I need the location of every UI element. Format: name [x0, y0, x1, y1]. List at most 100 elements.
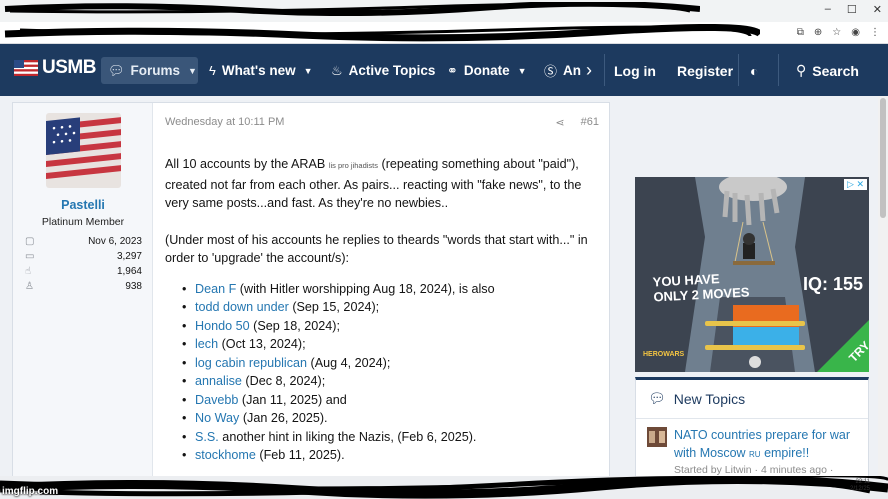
- scrollbar-thumb[interactable]: [880, 98, 886, 218]
- widget-header: 💬︎ New Topics: [648, 390, 745, 407]
- contrast-icon: ◐: [750, 62, 759, 79]
- widget-title[interactable]: New Topics: [674, 391, 745, 407]
- chat-bubbles-icon: 💬︎: [108, 62, 125, 78]
- tab-forums[interactable]: 💬︎ Forums ▼: [101, 57, 198, 84]
- user-link[interactable]: Dean F: [195, 282, 236, 296]
- list-item: Hondo 50 (Sep 18, 2024);: [165, 317, 601, 336]
- topic-title-text: empire!!: [760, 446, 810, 460]
- redaction-scribble: [4, 2, 700, 16]
- tab-donate[interactable]: ⚭ Donate ▼: [440, 57, 534, 84]
- user-link[interactable]: log cabin republican: [195, 356, 307, 370]
- post-paragraph: (Under most of his accounts he replies t…: [165, 232, 588, 266]
- topic-avatar[interactable]: [647, 427, 667, 447]
- user-link[interactable]: lech: [195, 337, 218, 351]
- register-label: Register: [677, 62, 734, 79]
- chevron-down-icon[interactable]: ▼: [188, 66, 197, 76]
- post-text: All 10 accounts by the ARAB: [165, 157, 329, 171]
- browser-address-bar[interactable]: ⧉ ⊕ ☆ ◉ ⋮: [0, 22, 888, 44]
- user-link[interactable]: Davebb: [195, 393, 238, 407]
- search-label: Search: [812, 62, 859, 79]
- tab-active-topics[interactable]: ♨ Active Topics: [324, 57, 442, 84]
- login-link[interactable]: Log in: [614, 57, 656, 84]
- share-icon[interactable]: ⋖: [555, 116, 564, 129]
- nav-scroll-right-button[interactable]: ›: [586, 57, 592, 84]
- tab-whats-new[interactable]: ϟ What's new ▼: [202, 57, 320, 84]
- chevron-down-icon[interactable]: ▼: [518, 66, 527, 76]
- clock-date: 2/12/25: [850, 486, 871, 492]
- dollar-icon: Ⓢ: [544, 64, 558, 79]
- list-item: Dean F (with Hitler worshipping Aug 18, …: [165, 280, 601, 299]
- list-item-text: (Sep 15, 2024);: [288, 300, 380, 314]
- list-item: log cabin republican (Aug 4, 2024);: [165, 354, 601, 373]
- nav-divider: [604, 54, 605, 86]
- theme-toggle-button[interactable]: ◐: [750, 57, 758, 84]
- divider: [636, 418, 868, 419]
- tab-forums-label: Forums: [130, 63, 181, 78]
- close-window-button[interactable]: ✕: [873, 3, 882, 16]
- list-item-text: (Jan 11, 2025) and: [238, 392, 347, 407]
- post-tiny-text: lis pro jihadists: [328, 161, 378, 170]
- user-link[interactable]: stockhome: [195, 448, 256, 462]
- imgflip-watermark: imgflip.com: [2, 486, 59, 497]
- topic-title-link[interactable]: NATO countries prepare for war with Mosc…: [674, 426, 859, 464]
- comments-icon: 💬︎: [648, 390, 666, 406]
- user-link[interactable]: annalise: [195, 374, 242, 388]
- ad-headline: YOU HAVE ONLY 2 MOVES: [652, 271, 750, 305]
- list-item-text: (Dec 8, 2024);: [241, 374, 326, 388]
- list-item: No Way (Jan 26, 2025).: [165, 409, 601, 428]
- profile-icon[interactable]: ◉: [851, 27, 860, 38]
- translate-icon[interactable]: ⧉: [797, 27, 804, 38]
- bookmark-star-icon[interactable]: ☆: [832, 27, 841, 38]
- advertisement[interactable]: ▷ ✕ YOU HAVE ONLY 2 MOVES IQ: 155 HEROWA…: [635, 177, 869, 372]
- user-link[interactable]: Hondo 50: [195, 319, 250, 333]
- register-link[interactable]: Register: [677, 57, 733, 84]
- list-item-text: (Oct 13, 2024);: [218, 337, 306, 351]
- tab-whats-new-label: What's new: [221, 63, 296, 78]
- post-header: Wednesday at 10:11 PM ⋖ #61: [165, 116, 599, 129]
- username-link[interactable]: Pastelli: [13, 198, 153, 212]
- post-date[interactable]: Wednesday at 10:11 PM: [165, 116, 284, 129]
- avatar[interactable]: [46, 113, 121, 188]
- list-item: annalise (Dec 8, 2024);: [165, 372, 601, 391]
- list-item: stockhome (Feb 11, 2025).: [165, 446, 601, 465]
- menu-dots-icon[interactable]: ⋮: [870, 27, 880, 38]
- list-item: Davebb (Jan 11, 2025) and: [165, 391, 601, 410]
- stat-value: 938: [125, 281, 142, 292]
- maximize-button[interactable]: ☐: [847, 3, 857, 16]
- minimize-button[interactable]: –: [825, 3, 831, 16]
- window-controls: – ☐ ✕: [825, 3, 882, 16]
- trophy-icon: ♙: [25, 281, 34, 292]
- clock-time: 22:11: [855, 479, 871, 485]
- list-item-text: (Jan 26, 2025).: [239, 411, 328, 425]
- tab-active-topics-label: Active Topics: [348, 63, 436, 78]
- logo-text: USMB: [42, 57, 96, 78]
- redaction-scribble: [0, 476, 888, 499]
- list-item: lech (Oct 13, 2024);: [165, 335, 601, 354]
- ad-try-button[interactable]: TRY: [817, 320, 869, 372]
- user-link[interactable]: todd down under: [195, 300, 289, 314]
- nav-divider: [778, 54, 779, 86]
- calendar-icon: ▢: [25, 236, 35, 247]
- post-number[interactable]: #61: [581, 116, 599, 129]
- list-item-text: (with Hitler worshipping Aug 18, 2024), …: [236, 281, 495, 296]
- stat-joined: ▢ Nov 6, 2023: [25, 234, 142, 249]
- adchoices-badge[interactable]: ▷ ✕: [844, 179, 867, 190]
- flag-logo-icon: [14, 60, 38, 76]
- topic-meta: Started by Litwin · 4 minutes ago ·: [674, 464, 834, 476]
- user-stats: ▢ Nov 6, 2023 ▭ 3,297 ☝︎ 1,964 ♙ 938: [25, 234, 142, 294]
- share-icon[interactable]: ⊕: [814, 27, 822, 38]
- user-link[interactable]: No Way: [195, 411, 239, 425]
- forum-post: Pastelli Platinum Member ▢ Nov 6, 2023 ▭…: [12, 102, 610, 499]
- list-item: S.S. another hint in liking the Nazis, (…: [165, 428, 601, 447]
- search-button[interactable]: ⚲ Search: [796, 57, 859, 84]
- user-link[interactable]: S.S.: [195, 430, 219, 444]
- account-list: Dean F (with Hitler worshipping Aug 18, …: [165, 280, 601, 465]
- stat-reactions: ☝︎ 1,964: [25, 264, 142, 279]
- tab-more[interactable]: Ⓢ An: [537, 57, 588, 84]
- chevron-down-icon[interactable]: ▼: [304, 66, 313, 76]
- chevron-right-icon: ›: [586, 60, 592, 80]
- site-logo[interactable]: USMB: [14, 57, 96, 79]
- user-title: Platinum Member: [41, 216, 125, 228]
- browser-tabstrip: – ☐ ✕: [0, 0, 888, 22]
- page-scrollbar[interactable]: [878, 96, 888, 499]
